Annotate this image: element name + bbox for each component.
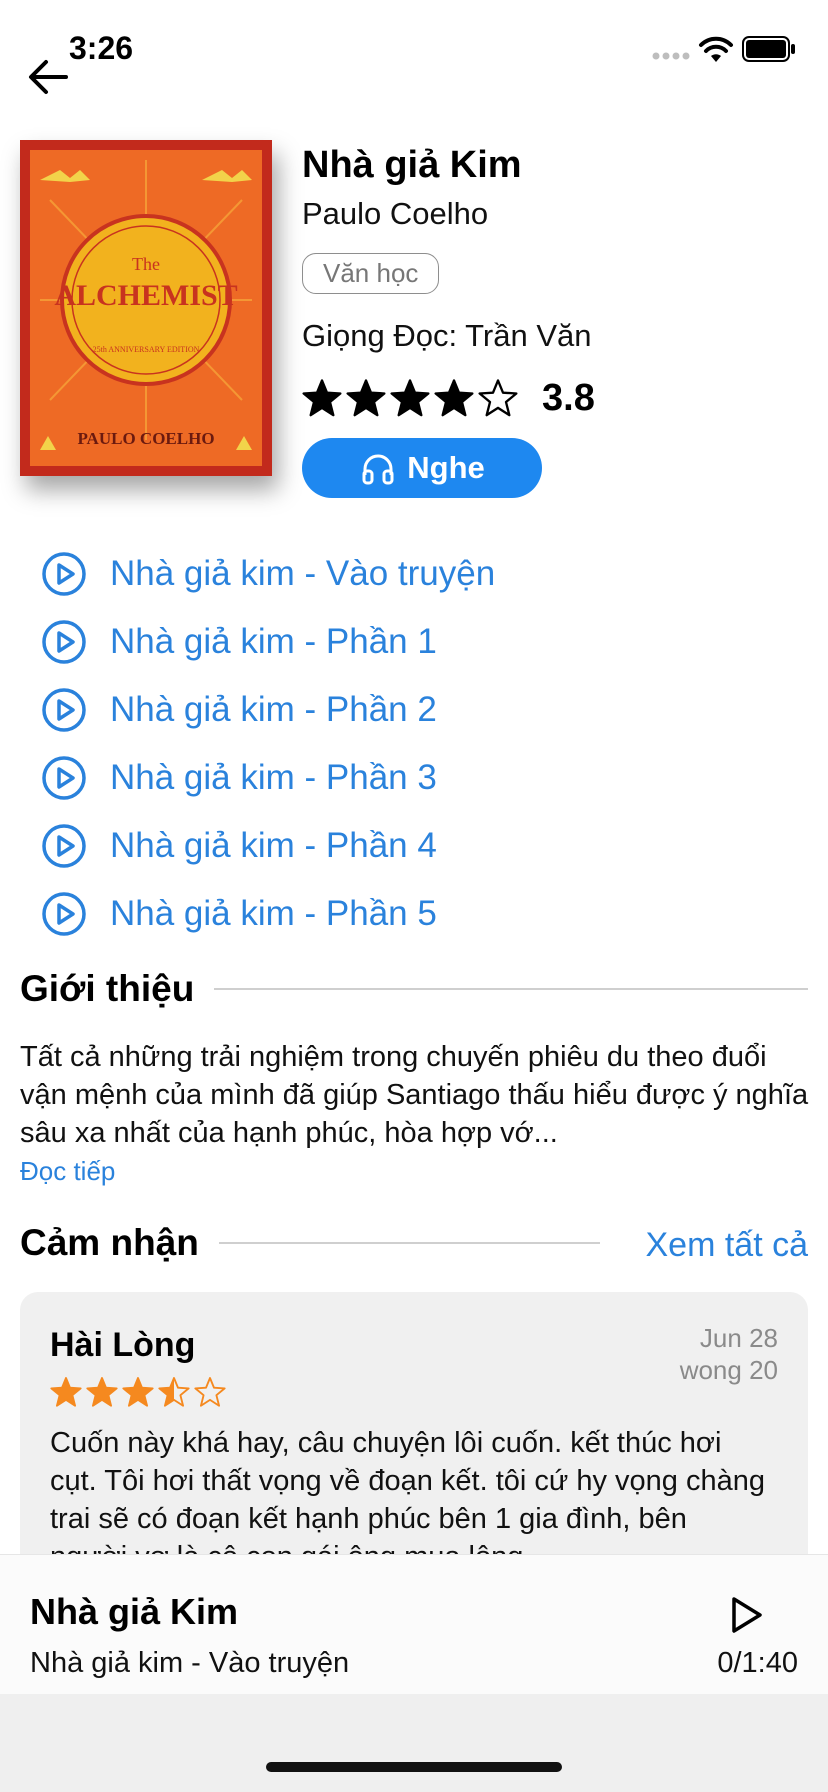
play-circle-icon: [42, 688, 86, 732]
cellular-signal-icon: [652, 52, 690, 60]
book-rating: 3.8: [302, 374, 595, 422]
chapter-item[interactable]: Nhà giả kim - Phần 5: [40, 880, 800, 948]
intro-text: Tất cả những trải nghiệm trong chuyến ph…: [20, 1041, 809, 1149]
tab-bar: [0, 1694, 828, 1792]
book-author: Paulo Coelho: [302, 196, 489, 231]
chapter-item[interactable]: Nhà giả kim - Phần 3: [40, 744, 800, 812]
see-all-reviews-link[interactable]: Xem tất cả: [645, 1226, 808, 1265]
player-title: Nhà giả Kim: [30, 1591, 239, 1632]
intro-heading: Giới thiệu: [20, 968, 195, 1009]
play-circle-icon: [42, 756, 86, 800]
narrator-label: Giọng Đọc: Trần Văn: [302, 318, 592, 353]
star-filled-icon: [122, 1377, 154, 1407]
chapter-list: Nhà giả kim - Vào truyện Nhà giả kim - Ph…: [40, 540, 800, 948]
star-empty-icon: [478, 379, 518, 417]
rating-stars: [302, 378, 522, 418]
cover-author: PAULO COELHO: [77, 429, 214, 448]
listen-label: Nghe: [407, 450, 485, 485]
play-circle-icon: [42, 620, 86, 664]
player-chapter: Nhà giả kim - Vào truyện: [30, 1647, 350, 1679]
play-icon[interactable]: [726, 1595, 766, 1635]
intro-divider: [214, 988, 808, 990]
star-half-icon: [158, 1377, 190, 1407]
battery-icon: [742, 36, 795, 62]
wifi-icon: [699, 36, 733, 62]
star-filled-icon: [302, 379, 342, 417]
reviews-divider: [218, 1242, 600, 1244]
book-cover: The ALCHEMIST 25th ANNIVERSARY EDITION P…: [20, 140, 272, 476]
star-empty-icon: [194, 1377, 226, 1407]
chapter-item[interactable]: Nhà giả kim - Vào truyện: [40, 540, 800, 608]
mini-player[interactable]: Nhà giả Kim Nhà giả kim - Vào truyện 0/1…: [0, 1554, 828, 1694]
intro-section-header: Giới thiệu: [20, 968, 808, 1010]
listen-button[interactable]: Nghe: [302, 438, 542, 498]
genre-badge[interactable]: Văn học: [302, 253, 440, 294]
status-bar: 3:26: [0, 0, 828, 100]
headphones-icon: [362, 454, 394, 485]
review-card: Hài Lòng Jun 28 wong 20 Cuốn này khá hay…: [20, 1292, 808, 1592]
read-more-link[interactable]: Đọc tiếp: [20, 1156, 115, 1187]
cover-title-small: The: [132, 254, 160, 274]
star-filled-icon: [50, 1377, 82, 1407]
review-date: Jun 28 wong 20: [679, 1323, 778, 1385]
star-filled-icon: [390, 379, 430, 417]
chapter-label: Nhà giả kim - Phần 5: [110, 894, 437, 933]
review-stars: [50, 1376, 230, 1408]
star-filled-icon: [434, 379, 474, 417]
chapter-label: Nhà giả kim - Phần 2: [110, 690, 437, 729]
status-time: 3:26: [69, 30, 134, 66]
star-filled-icon: [86, 1377, 118, 1407]
reviews-section-header: Cảm nhận: [20, 1222, 620, 1264]
play-circle-icon: [42, 552, 86, 596]
player-time: 0/1:40: [717, 1647, 798, 1679]
rating-value: 3.8: [542, 376, 595, 419]
reviews-heading: Cảm nhận: [20, 1222, 199, 1263]
cover-title-main: ALCHEMIST: [54, 279, 237, 312]
chapter-item[interactable]: Nhà giả kim - Phần 1: [40, 608, 800, 676]
cover-edition: 25th ANNIVERSARY EDITION: [93, 345, 200, 354]
chapter-label: Nhà giả kim - Phần 4: [110, 826, 437, 865]
chapter-item[interactable]: Nhà giả kim - Phần 2: [40, 676, 800, 744]
chapter-label: Nhà giả kim - Phần 1: [110, 622, 437, 661]
chapter-label: Nhà giả kim - Vào truyện: [110, 554, 496, 593]
book-title: Nhà giả Kim: [302, 144, 522, 186]
play-circle-icon: [42, 824, 86, 868]
chapter-item[interactable]: Nhà giả kim - Phần 4: [40, 812, 800, 880]
star-filled-icon: [346, 379, 386, 417]
play-circle-icon: [42, 892, 86, 936]
reviewer-name: Hài Lòng: [50, 1326, 196, 1364]
back-arrow-icon[interactable]: [26, 54, 72, 100]
chapter-label: Nhà giả kim - Phần 3: [110, 758, 437, 797]
home-indicator: [266, 1762, 562, 1772]
